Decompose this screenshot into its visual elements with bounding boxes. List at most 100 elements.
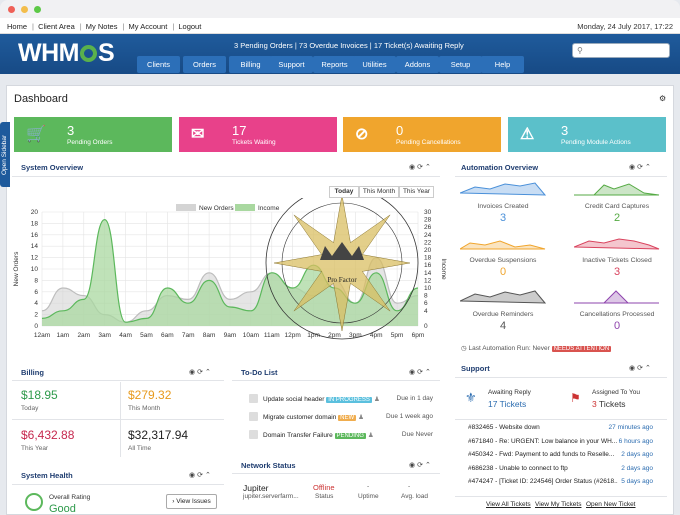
support-panel-controls[interactable]: ◉⟳⌃ (629, 364, 653, 372)
todo-checkbox[interactable] (249, 394, 258, 403)
stat-value: 17 (232, 123, 247, 138)
x-tick-label: 5am (140, 332, 153, 339)
minimize-window-dot[interactable] (21, 6, 28, 13)
tab-this-month[interactable]: This Month (359, 186, 399, 198)
todo-panel-controls[interactable]: ◉⟳⌃ (409, 368, 433, 376)
assigned-value[interactable]: 3 Tickets (592, 399, 626, 409)
y2-tick-label: 24 (424, 232, 432, 239)
tickets-awaiting-alert[interactable]: 17 Ticket(s) Awaiting Reply (374, 41, 464, 50)
automation-sparkline (460, 182, 546, 196)
awaiting-reply-value[interactable]: 17 Tickets (488, 399, 526, 409)
open-new-ticket-link[interactable]: Open New Ticket (586, 501, 636, 508)
search-input[interactable]: ⚲ (572, 43, 670, 58)
panel-controls[interactable]: ◉⟳⌃ (409, 163, 433, 171)
view-all-tickets-link[interactable]: View All Tickets (486, 501, 531, 508)
uptime-label: Uptime (358, 493, 379, 500)
close-window-dot[interactable] (8, 6, 15, 13)
automation-value: 0 (499, 266, 507, 278)
tab-today[interactable]: Today (329, 186, 359, 198)
system-overview-chart: 12am 1am 2am 3am 4am 5am 6am 7am 8am 9am 10am 11am 1… (13, 198, 447, 340)
legend-new-orders: New Orders (199, 205, 234, 212)
y-tick-label: 6 (34, 289, 38, 296)
todo-item[interactable]: Update social header IN PROGRESS ♟ (263, 395, 380, 403)
chat-icon: ✉ (191, 126, 205, 143)
sparkline-area (574, 238, 660, 250)
todo-due: Due Never (401, 431, 433, 438)
nav-addons[interactable]: Addons (396, 56, 439, 73)
y2-tick-label: 20 (424, 247, 432, 254)
logout-link[interactable]: Logout (178, 22, 201, 31)
client-area-link[interactable]: Client Area (38, 22, 75, 31)
my-notes-link[interactable]: My Notes (86, 22, 118, 31)
stat-box-tickets-waiting[interactable]: ✉ 17 Tickets Waiting (179, 117, 337, 152)
whmcs-logo[interactable]: WHM S (18, 39, 115, 68)
x-tick-label: 10am (243, 332, 259, 339)
tab-this-year[interactable]: This Year (399, 186, 434, 198)
nav-utilities[interactable]: Utilities (353, 56, 396, 73)
automation-panel-controls[interactable]: ◉⟳⌃ (629, 163, 653, 171)
home-link[interactable]: Home (7, 22, 27, 31)
maximize-window-dot[interactable] (34, 6, 41, 13)
ticket-time: 6 hours ago (618, 437, 653, 445)
header-alert: 3 Pending Orders | 73 Overdue Invoices |… (234, 41, 464, 50)
nav-support[interactable]: Support (270, 56, 313, 73)
y2-tick-label: 14 (424, 270, 432, 277)
x-tick-label: 2am (77, 332, 90, 339)
needs-attention-badge: NEEDS ATTENTION (551, 346, 612, 352)
stat-label: Pending Orders (67, 139, 113, 146)
automation-overview-title: Automation Overview (461, 163, 539, 172)
tag-icon: ⚜ (465, 390, 477, 405)
nav-orders[interactable]: Orders (183, 56, 226, 73)
system-health-title: System Health (21, 471, 73, 480)
view-my-tickets-link[interactable]: View My Tickets (535, 501, 581, 508)
stat-box-pending-module-actions[interactable]: ⚠ 3 Pending Module Actions (508, 117, 666, 152)
billing-label: This Month (128, 405, 161, 412)
todo-checkbox[interactable] (249, 412, 258, 421)
stat-label: Pending Cancellations (396, 139, 461, 146)
view-issues-button[interactable]: › View Issues (166, 494, 217, 509)
y-tick-label: 0 (34, 323, 38, 330)
ticket-time: 27 minutes ago (608, 424, 653, 431)
nav-billing[interactable]: Billing (229, 56, 272, 73)
automation-label: Credit Card Captures (584, 203, 650, 210)
automation-value: 4 (499, 320, 507, 332)
overdue-invoices-alert[interactable]: 73 Overdue Invoices (299, 41, 368, 50)
todo-checkbox[interactable] (249, 430, 258, 439)
billing-panel-controls[interactable]: ◉⟳⌃ (189, 368, 213, 376)
ticket-time: 5 days ago (621, 478, 653, 485)
open-sidebar-tab[interactable]: Open Sidebar (0, 122, 10, 187)
page-title: Dashboard (14, 93, 68, 105)
y2-tick-label: 26 (424, 224, 432, 231)
settings-gear-icon[interactable]: ⚙ (659, 94, 666, 103)
automation-value: 2 (613, 212, 621, 224)
y-tick-label: 8 (34, 277, 38, 284)
health-panel-controls[interactable]: ◉⟳⌃ (189, 471, 213, 479)
y-tick-label: 10 (31, 266, 39, 273)
todo-item[interactable]: Migrate customer domain NEW ♟ (263, 413, 364, 421)
todo-due: Due 1 week ago (386, 413, 433, 420)
network-panel-controls[interactable]: ◉⟳⌃ (409, 461, 433, 469)
nav-help[interactable]: Help (481, 56, 524, 73)
stat-box-pending-orders[interactable]: 🛒 3 Pending Orders (14, 117, 172, 152)
my-account-link[interactable]: My Account (129, 22, 168, 31)
nav-reports[interactable]: Reports (313, 56, 356, 73)
stat-box-pending-cancellations[interactable]: ⊘ 0 Pending Cancellations (343, 117, 501, 152)
load-value: - (408, 483, 411, 490)
sparkline-area (460, 240, 546, 250)
flag-icon: ⚑ (570, 391, 581, 405)
stat-label: Tickets Waiting (232, 139, 276, 146)
nav-clients[interactable]: Clients (137, 56, 180, 73)
billing-value-this-year: $6,432.88 (21, 428, 75, 442)
uptime-value: - (367, 483, 370, 490)
last-automation-run: ◷ Last Automation Run: Never NEEDS ATTEN… (461, 345, 612, 352)
nav-setup[interactable]: Setup (439, 56, 482, 73)
chevron-right-icon: › (172, 498, 175, 505)
billing-label: Today (21, 405, 39, 412)
y2-tick-label: 30 (424, 209, 432, 216)
automation-value: 3 (613, 266, 621, 278)
user-icon: ♟ (367, 432, 374, 439)
todo-item[interactable]: Domain Transfer Failure PENDING ♟ (263, 431, 374, 439)
todo-status-badge: NEW (338, 415, 357, 421)
y-tick-label: 2 (34, 312, 38, 319)
pending-orders-alert[interactable]: 3 Pending Orders (234, 41, 293, 50)
